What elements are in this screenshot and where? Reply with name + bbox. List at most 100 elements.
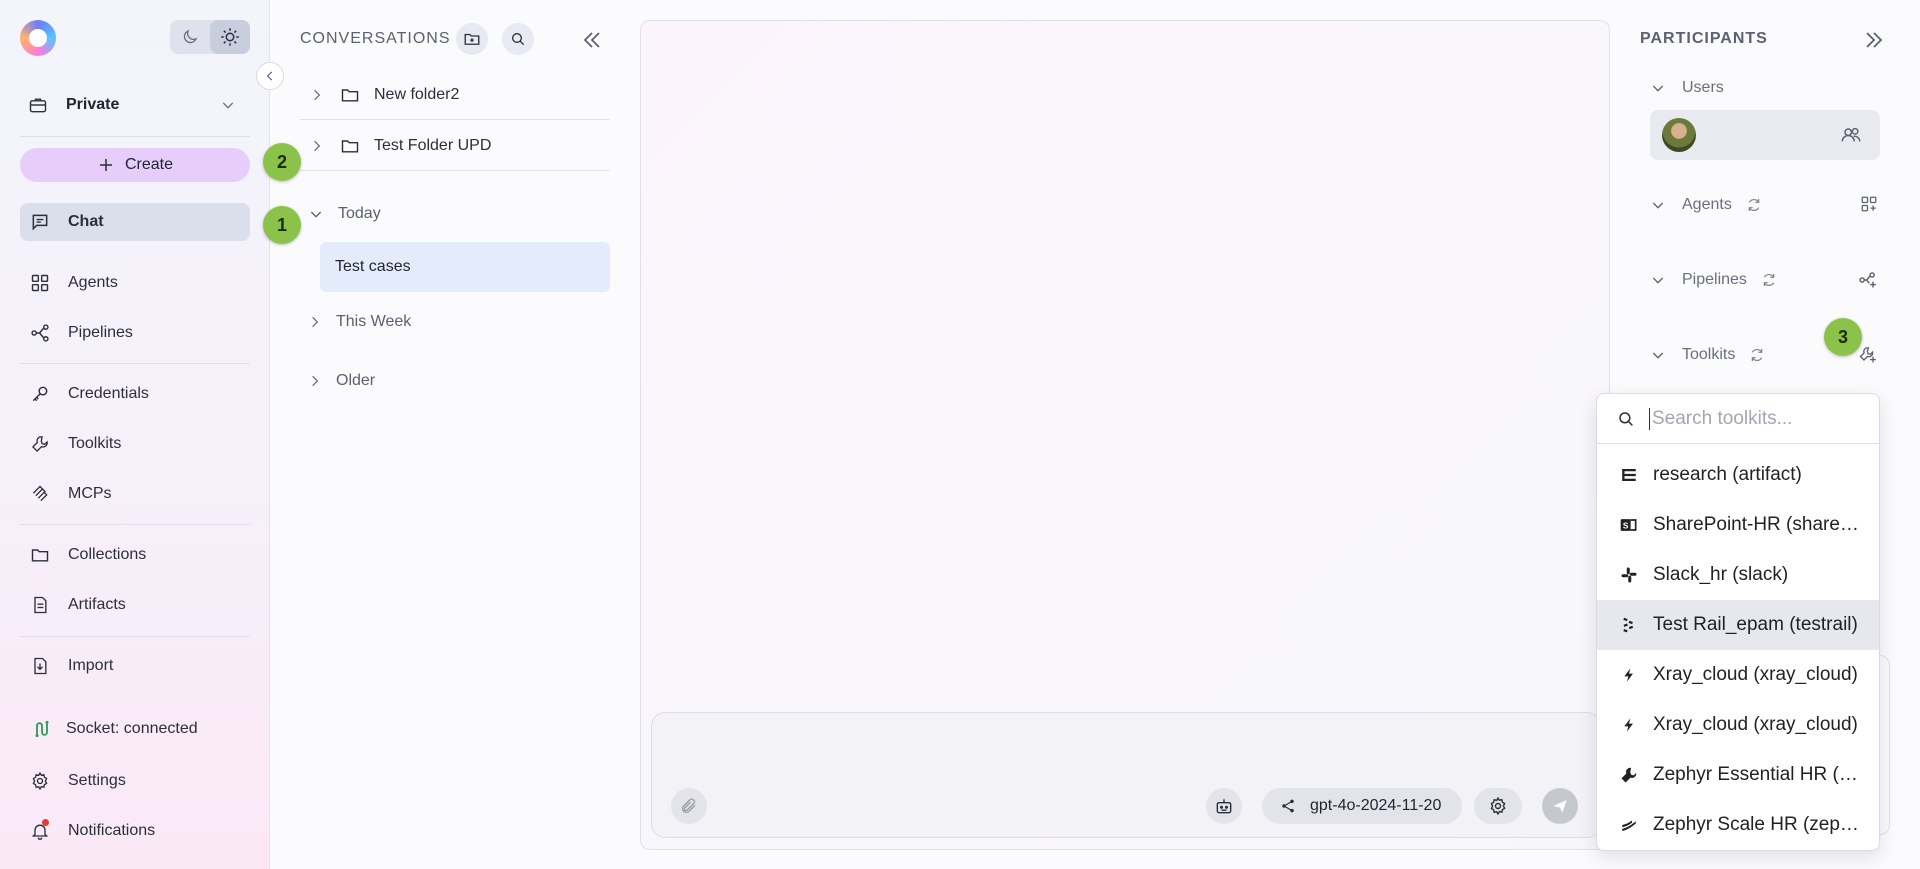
group-label: This Week (336, 313, 412, 330)
chevron-down-icon (308, 206, 324, 222)
robot-icon (1214, 796, 1234, 816)
toolkit-option[interactable]: Xray_cloud (xray_cloud) (1597, 700, 1879, 750)
nav-mcps[interactable]: MCPs (20, 475, 250, 513)
user-card[interactable] (1650, 110, 1880, 160)
nav-agents[interactable]: Agents (20, 264, 250, 302)
nav-pipelines[interactable]: Pipelines (20, 314, 250, 352)
send-icon (1551, 797, 1569, 815)
section-label: Users (1682, 79, 1724, 96)
agent-button[interactable] (1206, 788, 1242, 824)
share-nodes-icon (1280, 798, 1296, 814)
theme-toggle[interactable] (170, 20, 250, 54)
group-label: Today (338, 205, 381, 222)
moon-icon[interactable] (170, 20, 210, 54)
nav-label: Socket: connected (66, 720, 198, 737)
group-this-week[interactable]: This Week (300, 305, 610, 339)
chevron-right-icon (308, 374, 322, 388)
toolkit-option[interactable]: S SharePoint-HR (sharepoint) (1597, 500, 1879, 550)
app-logo-icon[interactable] (20, 20, 56, 56)
model-selector[interactable]: gpt-4o-2024-11-20 (1262, 788, 1462, 824)
message-composer[interactable] (651, 712, 1601, 838)
xray-icon (1619, 715, 1639, 735)
nav-import[interactable]: Import (20, 647, 250, 685)
refresh-icon[interactable] (1749, 347, 1765, 363)
chevron-down-icon (1650, 272, 1666, 288)
svg-text:S: S (1623, 520, 1629, 530)
toolkit-option[interactable]: Xray_cloud (xray_cloud) (1597, 650, 1879, 700)
step-badge: 2 (263, 143, 301, 181)
add-toolkit-icon[interactable] (1858, 345, 1878, 365)
conversations-title: CONVERSATIONS (300, 30, 451, 47)
chevron-left-icon (263, 69, 277, 83)
group-older[interactable]: Older (300, 364, 610, 398)
slack-icon (1619, 565, 1639, 585)
chat-icon (30, 212, 50, 232)
users-group-icon[interactable] (1840, 124, 1862, 146)
project-name: Private (66, 96, 120, 113)
chevron-down-icon (1650, 80, 1666, 96)
pipelines-icon (30, 323, 50, 343)
add-agent-icon[interactable] (1860, 195, 1878, 213)
gear-icon (30, 771, 50, 791)
toolkit-option-label: Xray_cloud (xray_cloud) (1653, 714, 1858, 735)
attach-button[interactable] (671, 788, 707, 824)
toolkit-option[interactable]: Zephyr Essential HR (zephyr_essential) (1597, 750, 1879, 800)
participants-users-section[interactable]: Users (1650, 74, 1890, 102)
key-icon (30, 384, 50, 404)
wrench-icon (30, 434, 50, 454)
send-button[interactable] (1542, 788, 1578, 824)
refresh-icon[interactable] (1761, 272, 1777, 288)
folder-item[interactable]: Test Folder UPD (300, 121, 610, 171)
nav-label: Toolkits (68, 435, 122, 452)
nav-chat[interactable]: Chat (20, 203, 250, 241)
avatar (1662, 118, 1696, 152)
search-icon (510, 31, 526, 47)
participants-collapse-button[interactable] (1862, 28, 1886, 52)
participants-pipelines-section[interactable]: Pipelines (1650, 266, 1890, 294)
add-pipeline-icon[interactable] (1858, 270, 1878, 290)
toolkit-option[interactable]: research (artifact) (1597, 450, 1879, 500)
nav-settings[interactable]: Settings (20, 762, 250, 800)
model-settings-button[interactable] (1474, 788, 1522, 824)
conversation-item[interactable]: Test cases (320, 242, 610, 292)
nav-toolkits[interactable]: Toolkits (20, 425, 250, 463)
project-selector[interactable]: Private (20, 88, 250, 122)
notification-dot (42, 819, 49, 826)
toolkit-option[interactable]: Slack_hr (slack) (1597, 550, 1879, 600)
model-name: gpt-4o-2024-11-20 (1310, 797, 1442, 814)
nav-collections[interactable]: Collections (20, 536, 250, 574)
nav-label: Artifacts (68, 596, 126, 613)
nav-artifacts[interactable]: Artifacts (20, 586, 250, 624)
gear-icon (1488, 796, 1508, 816)
folder-item[interactable]: New folder2 (300, 70, 610, 120)
conversations-collapse-button[interactable] (580, 28, 604, 52)
folder-name: New folder2 (374, 85, 460, 103)
step-badge: 1 (263, 206, 301, 244)
toolkit-search-input[interactable] (1649, 407, 1869, 430)
socket-icon (32, 719, 52, 739)
nav-credentials[interactable]: Credentials (20, 375, 250, 413)
nav-label: Import (68, 657, 114, 674)
nav-label: Pipelines (68, 324, 133, 341)
chevron-down-icon (1650, 197, 1666, 213)
nav-label: Chat (68, 213, 104, 230)
refresh-icon[interactable] (1746, 197, 1762, 213)
group-label: Older (336, 372, 376, 389)
sun-icon[interactable] (210, 20, 250, 54)
search-conversations-button[interactable] (502, 23, 534, 55)
toolkit-option[interactable]: Test Rail_epam (testrail) (1597, 600, 1879, 650)
new-folder-button[interactable] (456, 23, 488, 55)
toolkit-option[interactable]: Zephyr Scale HR (zephyr_scale) (1597, 800, 1879, 850)
participants-toolkits-section[interactable]: Toolkits (1650, 341, 1890, 369)
import-icon (30, 656, 50, 676)
double-chevron-right-icon (1862, 28, 1886, 52)
mcp-icon (30, 484, 50, 504)
sidebar-collapse-button[interactable] (256, 62, 284, 90)
double-chevron-left-icon (580, 28, 604, 52)
xray-icon (1619, 665, 1639, 685)
nav-label: Agents (68, 274, 118, 291)
create-button[interactable]: Create (20, 148, 250, 182)
nav-notifications[interactable]: Notifications (20, 812, 250, 850)
participants-agents-section[interactable]: Agents (1650, 191, 1890, 219)
group-today[interactable]: Today (300, 197, 610, 231)
